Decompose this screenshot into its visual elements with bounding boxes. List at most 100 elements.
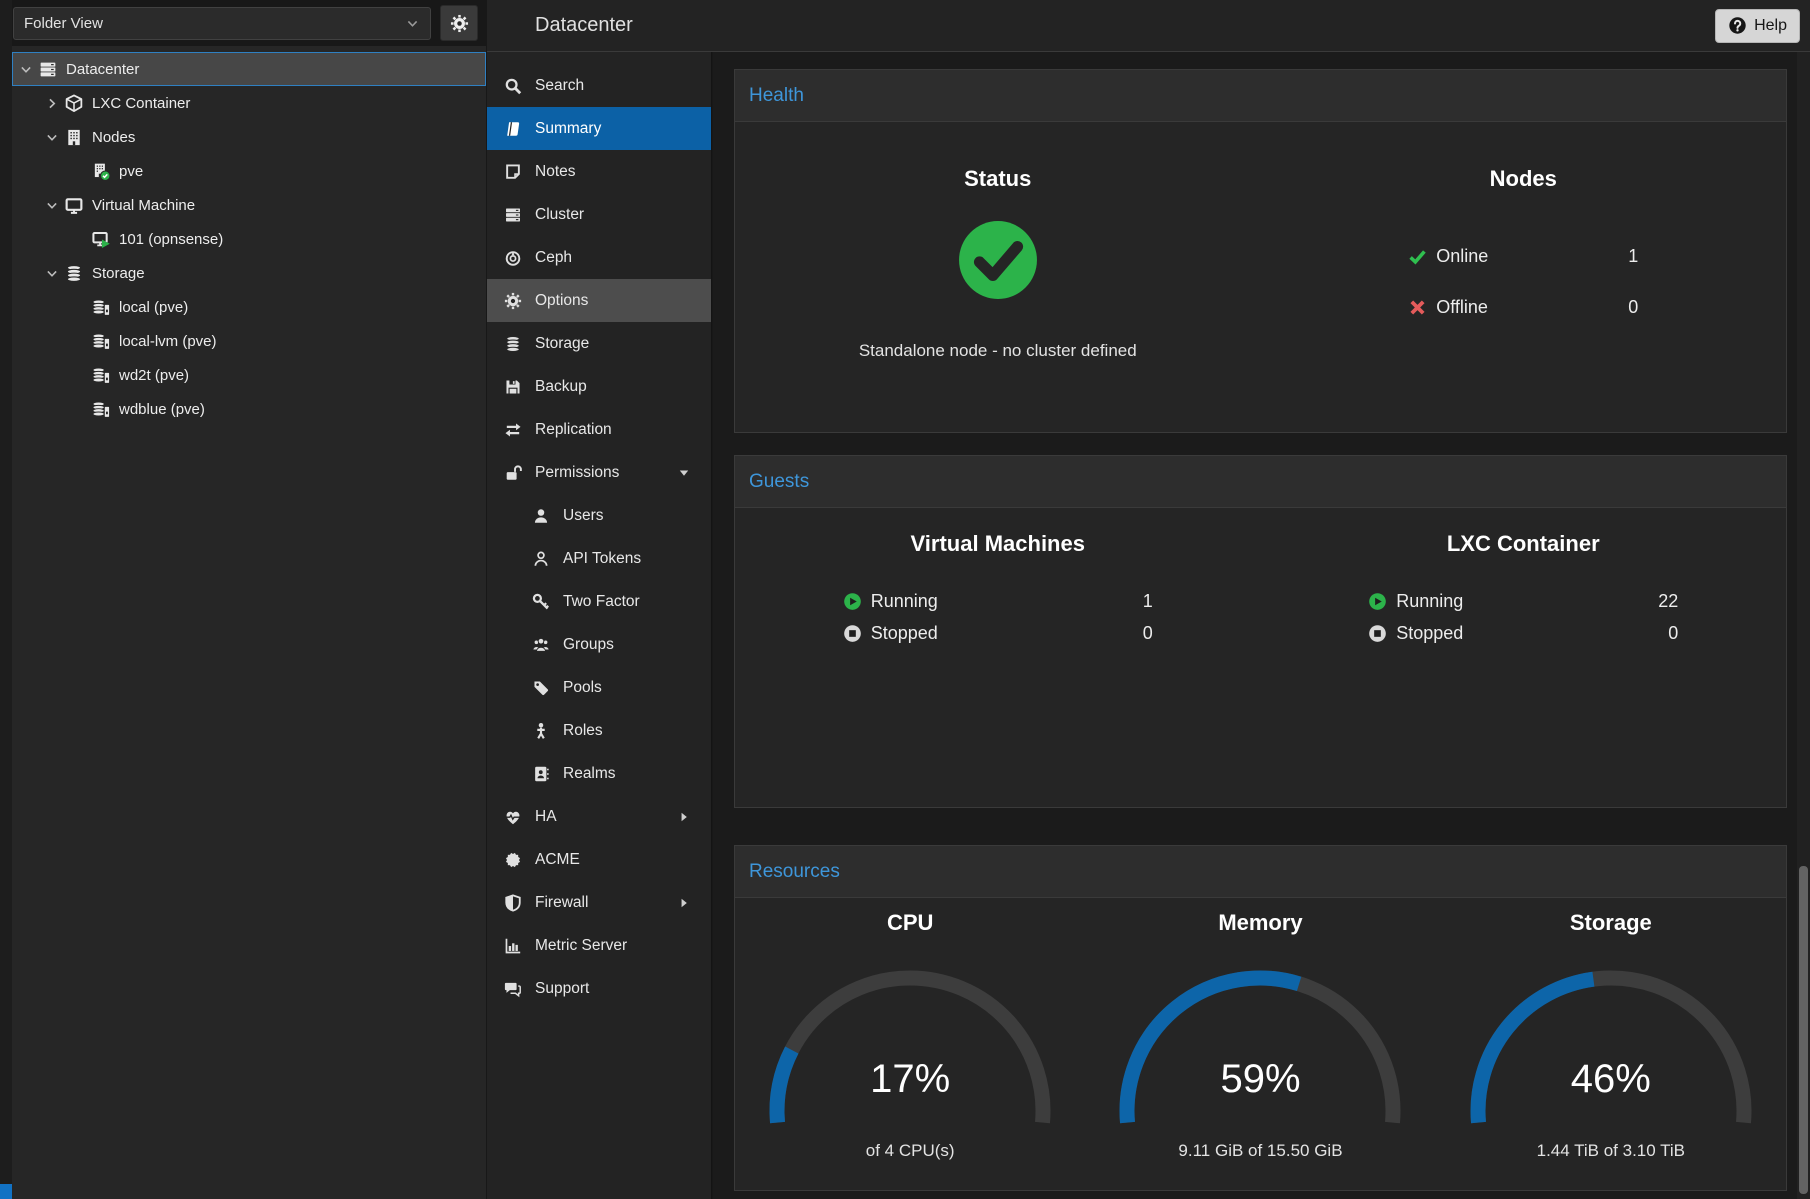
menu-item-replication[interactable]: Replication [487, 408, 711, 451]
resource-gauge-title: Memory [1218, 908, 1302, 938]
chart-bars-icon [503, 937, 523, 955]
caret-right-icon[interactable] [677, 810, 691, 824]
menu-item-label: Ceph [535, 249, 572, 267]
tree-item-lxc-container[interactable]: LXC Container [12, 86, 486, 120]
help-button[interactable]: Help [1715, 9, 1800, 43]
view-selector-value: Folder View [24, 15, 103, 32]
menu-item-metric-server[interactable]: Metric Server [487, 924, 711, 967]
gauge-percent-value: 17% [760, 1055, 1060, 1103]
health-panel-title: Health [749, 85, 804, 107]
menu-item-acme[interactable]: ACME [487, 838, 711, 881]
tree-item-label: local (pve) [119, 299, 188, 316]
tree-item-local-lvm-pve[interactable]: local-lvm (pve) [12, 324, 486, 358]
play-circle-icon [1368, 592, 1387, 611]
resources-panel: Resources CPU17%of 4 CPU(s)Memory59%9.11… [734, 845, 1787, 1191]
replication-icon [503, 421, 523, 439]
gear-icon [450, 14, 469, 33]
content-scrollbar[interactable] [1797, 52, 1810, 1199]
content-header: Datacenter Help [487, 0, 1810, 52]
menu-item-permissions[interactable]: Permissions [487, 451, 711, 494]
database-drive-icon [90, 332, 112, 351]
tree-indent [70, 402, 88, 417]
menu-item-options[interactable]: Options [487, 279, 711, 322]
menu-item-notes[interactable]: Notes [487, 150, 711, 193]
tree-item-local-pve[interactable]: local (pve) [12, 290, 486, 324]
gauge-percent-value: 59% [1110, 1055, 1410, 1103]
nodes-title: Nodes [1490, 165, 1557, 193]
tree-settings-button[interactable] [440, 5, 478, 41]
chevron-down-icon[interactable] [43, 130, 61, 145]
tree-item-pve[interactable]: pve [12, 154, 486, 188]
database-drive-icon [90, 400, 112, 419]
menu-item-support[interactable]: Support [487, 967, 711, 1010]
guests-column-virtual-machines: Virtual MachinesRunning1Stopped0 [735, 508, 1261, 648]
chevron-down-icon[interactable] [43, 198, 61, 213]
status-row-offline: Offline0 [1408, 292, 1638, 322]
menu-item-ceph[interactable]: Ceph [487, 236, 711, 279]
resource-gauge-title: CPU [887, 908, 933, 938]
tree-item-101-opnsense[interactable]: 101 (opnsense) [12, 222, 486, 256]
menu-item-groups[interactable]: Groups [487, 623, 711, 666]
monitor-icon [63, 196, 85, 215]
status-row-label: Stopped [1396, 623, 1463, 644]
chevron-down-icon[interactable] [43, 266, 61, 281]
resource-tree-sidebar: Folder View DatacenterLXC ContainerNodes… [12, 0, 486, 1199]
tree-item-wd2t-pve[interactable]: wd2t (pve) [12, 358, 486, 392]
tree-indent [70, 368, 88, 383]
database-icon [503, 335, 523, 353]
menu-item-label: Options [535, 292, 588, 310]
menu-item-firewall[interactable]: Firewall [487, 881, 711, 924]
menu-item-pools[interactable]: Pools [487, 666, 711, 709]
guests-panel-title: Guests [749, 471, 809, 493]
floppy-icon [503, 378, 523, 396]
chevron-right-icon[interactable] [43, 96, 61, 111]
tree-item-virtual-machine[interactable]: Virtual Machine [12, 188, 486, 222]
check-circle-icon [957, 219, 1039, 301]
health-panel-header: Health [735, 70, 1786, 122]
menu-item-api-tokens[interactable]: API Tokens [487, 537, 711, 580]
menu-item-roles[interactable]: Roles [487, 709, 711, 752]
caret-right-icon[interactable] [677, 896, 691, 910]
menu-item-ha[interactable]: HA [487, 795, 711, 838]
building-check-icon [90, 162, 112, 181]
page-title: Datacenter [535, 14, 633, 37]
tree-item-wdblue-pve[interactable]: wdblue (pve) [12, 392, 486, 426]
view-selector[interactable]: Folder View [13, 7, 431, 40]
menu-item-summary[interactable]: Summary [487, 107, 711, 150]
tree-item-nodes[interactable]: Nodes [12, 120, 486, 154]
person-icon [531, 722, 551, 740]
tree-item-storage[interactable]: Storage [12, 256, 486, 290]
menu-item-cluster[interactable]: Cluster [487, 193, 711, 236]
status-message: Standalone node - no cluster defined [859, 339, 1137, 363]
shield-icon [503, 894, 523, 912]
caret-down-icon[interactable] [677, 466, 691, 480]
question-icon [1728, 16, 1747, 35]
ceph-icon [503, 249, 523, 267]
health-panel: Health Status Standalone node - no clust… [734, 69, 1787, 433]
chevron-down-icon[interactable] [17, 62, 35, 77]
menu-item-two-factor[interactable]: Two Factor [487, 580, 711, 623]
menu-item-realms[interactable]: Realms [487, 752, 711, 795]
status-row-value: 22 [1658, 591, 1678, 612]
menu-item-storage[interactable]: Storage [487, 322, 711, 365]
chevron-down-icon [405, 16, 420, 31]
resource-column-storage: Storage46%1.44 TiB of 3.10 TiB [1436, 898, 1786, 1163]
user-icon [531, 507, 551, 525]
menu-item-label: HA [535, 808, 557, 826]
gauge-arc [1110, 956, 1410, 1131]
tree-indent [70, 232, 88, 247]
memory-gauge: 59% [1110, 956, 1410, 1131]
server-stack-icon [503, 206, 523, 224]
cube-icon [63, 94, 85, 113]
menu-item-backup[interactable]: Backup [487, 365, 711, 408]
menu-item-search[interactable]: Search [487, 64, 711, 107]
status-row-stopped: Stopped0 [1368, 618, 1678, 648]
gauge-caption: of 4 CPU(s) [866, 1139, 955, 1163]
tree-indent [70, 300, 88, 315]
tree-item-label: Virtual Machine [92, 197, 195, 214]
gauge-arc [1461, 956, 1761, 1131]
menu-item-label: Permissions [535, 464, 619, 482]
scrollbar-thumb[interactable] [1799, 866, 1808, 1194]
tree-item-datacenter[interactable]: Datacenter [12, 52, 486, 86]
menu-item-users[interactable]: Users [487, 494, 711, 537]
